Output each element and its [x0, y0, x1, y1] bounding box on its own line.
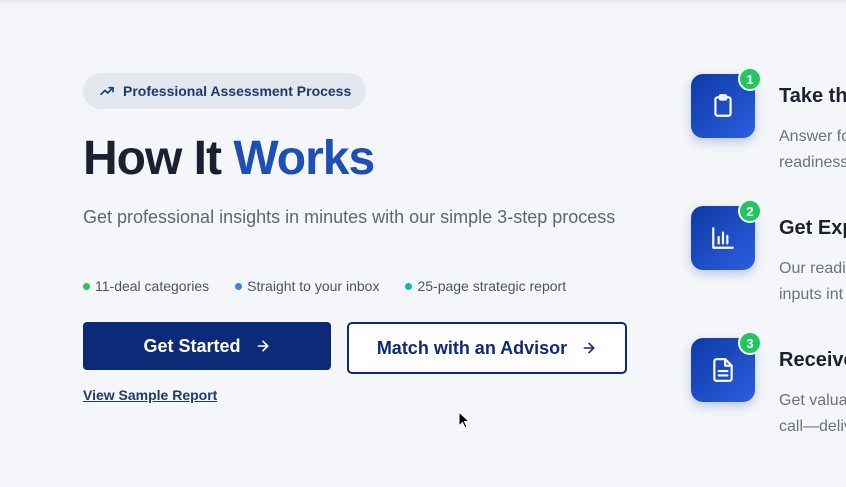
bar-chart-icon	[712, 227, 734, 249]
feature-item: Straight to your inbox	[235, 278, 379, 294]
step-description-line: Get valua	[779, 392, 846, 409]
feature-label: 11-deal categories	[95, 278, 210, 294]
feature-label: Straight to your inbox	[247, 278, 380, 294]
step-description-line: inputs int	[779, 286, 844, 303]
step-description-line: Answer fo	[779, 128, 846, 145]
badge-label: Professional Assessment Process	[123, 83, 352, 99]
step-number-badge: 3	[738, 331, 762, 355]
feature-label: 25-page strategic report	[417, 278, 567, 294]
process-badge: Professional Assessment Process	[83, 73, 366, 109]
title-accent: Works	[233, 132, 375, 185]
step-description: Get valua call—deliv	[779, 388, 846, 440]
trending-up-icon	[100, 86, 114, 96]
feature-list: 11-deal categories Straight to your inbo…	[83, 278, 566, 294]
feature-item: 25-page strategic report	[405, 278, 566, 294]
step-title: Receive	[779, 349, 846, 371]
step-title: Take th	[779, 85, 846, 107]
page-title: How It Works	[83, 130, 375, 188]
step-description-line: readiness	[779, 154, 846, 171]
get-started-label: Get Started	[143, 335, 241, 356]
step-number-badge: 1	[738, 67, 762, 91]
title-main: How It	[83, 132, 234, 185]
page-subtitle: Get professional insights in minutes wit…	[83, 207, 616, 227]
clipboard-icon	[714, 94, 732, 117]
step-title: Get Exp	[779, 217, 846, 239]
feature-item: 11-deal categories	[83, 278, 209, 294]
match-advisor-button[interactable]: Match with an Advisor	[347, 322, 627, 374]
arrow-right-icon	[583, 342, 595, 354]
step-description: Answer fo readiness	[779, 124, 846, 176]
teal-dot-icon	[405, 282, 413, 290]
step-number-badge: 2	[738, 199, 762, 223]
blue-dot-icon	[235, 282, 243, 290]
header-shadow	[0, 0, 846, 4]
document-icon	[713, 358, 733, 382]
step-description-line: Our readi	[779, 260, 846, 277]
get-started-button[interactable]: Get Started	[83, 322, 331, 370]
green-dot-icon	[83, 282, 90, 290]
step-description-line: call—deliv	[779, 418, 846, 435]
step-description: Our readi inputs int	[779, 256, 846, 308]
arrow-right-icon	[257, 340, 268, 352]
match-advisor-label: Match with an Advisor	[376, 337, 568, 358]
view-sample-report-link[interactable]: View Sample Report	[83, 387, 217, 403]
mouse-cursor-icon	[458, 411, 470, 429]
